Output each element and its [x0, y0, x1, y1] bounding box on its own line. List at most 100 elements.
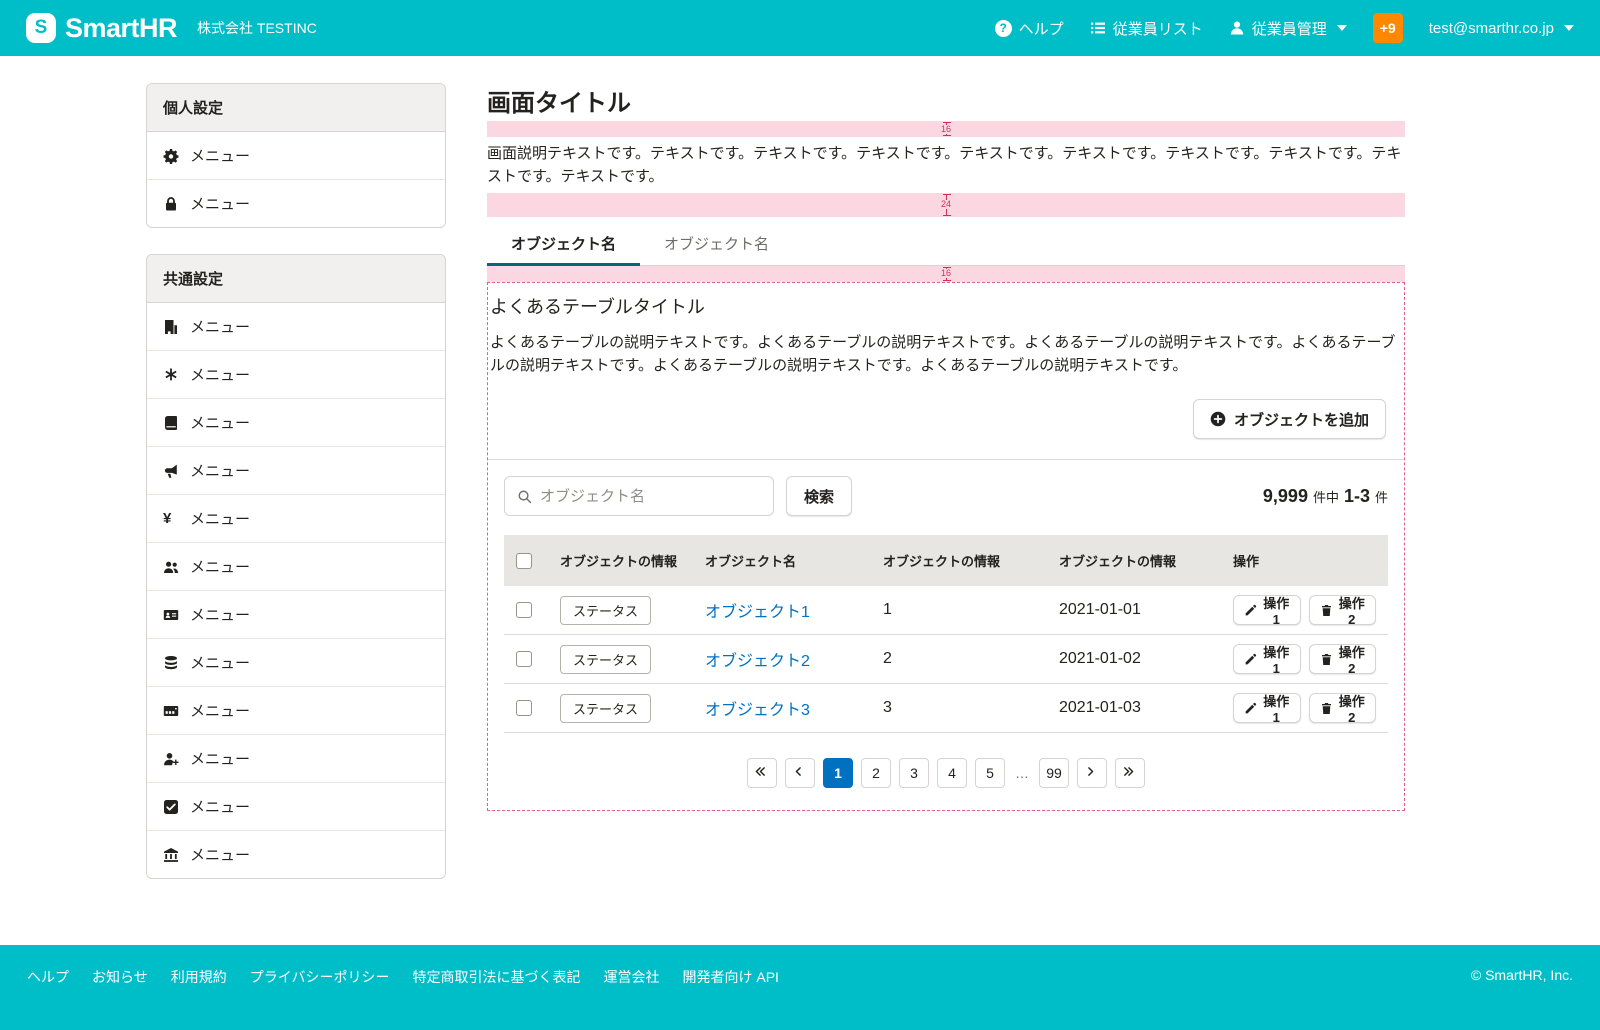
sidebar-item-label: メニュー	[190, 460, 250, 481]
table-row: ステータス オブジェクト1 1 2021-01-01	[504, 586, 1388, 635]
tab-object-1[interactable]: オブジェクト名	[487, 222, 640, 265]
delete-button[interactable]: 操作2	[1309, 644, 1377, 674]
delete-button[interactable]: 操作2	[1309, 693, 1377, 723]
footer-link-help[interactable]: ヘルプ	[27, 967, 69, 987]
sidebar-item-data[interactable]: メニュー	[147, 639, 445, 687]
delete-button[interactable]: 操作2	[1309, 595, 1377, 625]
sidebar-group-title: 共通設定	[147, 255, 445, 303]
status-badge: ステータス	[560, 694, 651, 723]
search-input[interactable]	[540, 488, 761, 505]
footer-link-news[interactable]: お知らせ	[92, 967, 148, 987]
spacing-annotation-24: 24	[487, 193, 1405, 217]
object-info-cell: 3	[871, 684, 1047, 733]
sidebar-item-company[interactable]: メニュー	[147, 303, 445, 351]
row-actions: 操作1 操作2	[1233, 693, 1376, 723]
count-range-suffix: 件	[1375, 487, 1388, 506]
sidebar-item-invite[interactable]: メニュー	[147, 735, 445, 783]
sidebar-item-institution[interactable]: メニュー	[147, 831, 445, 878]
object-search-box	[504, 476, 774, 516]
page-button-5[interactable]: 5	[975, 758, 1005, 788]
edit-button[interactable]: 操作1	[1233, 693, 1301, 723]
count-range: 1-3	[1344, 486, 1370, 507]
account-menu[interactable]: test@smarthr.co.jp	[1429, 20, 1574, 37]
notification-badge[interactable]: +9	[1373, 13, 1403, 43]
count-total: 9,999	[1263, 486, 1308, 507]
pagination: 1 2 3 4 5 … 99	[504, 733, 1388, 800]
prev-page-button[interactable]	[785, 758, 815, 788]
footer-link-terms[interactable]: 利用規約	[171, 967, 227, 987]
sidebar-item-profile[interactable]: メニュー	[147, 591, 445, 639]
object-info-cell: 1	[871, 586, 1047, 635]
next-page-button[interactable]	[1077, 758, 1107, 788]
chevron-left-icon	[792, 765, 808, 781]
help-link[interactable]: ヘルプ	[995, 18, 1064, 39]
table-section-body: 検索 9,999 件中 1-3 件 オブジェクトの情報	[488, 459, 1404, 810]
sidebar-item-rules[interactable]: メニュー	[147, 399, 445, 447]
spacing-value: 16	[939, 125, 953, 134]
row-checkbox[interactable]	[516, 602, 532, 618]
select-all-checkbox[interactable]	[516, 553, 532, 569]
column-header: オブジェクトの情報	[548, 535, 693, 586]
sidebar-item-announce[interactable]: メニュー	[147, 447, 445, 495]
help-icon	[995, 20, 1012, 37]
object-date-cell: 2021-01-01	[1047, 586, 1221, 635]
object-link[interactable]: オブジェクト1	[705, 604, 810, 621]
search-row: 検索 9,999 件中 1-3 件	[504, 476, 1388, 516]
sidebar-item-payroll[interactable]: メニュー	[147, 495, 445, 543]
footer-link-api[interactable]: 開発者向け API	[682, 967, 778, 987]
page-button-1[interactable]: 1	[823, 758, 853, 788]
edit-button[interactable]: 操作1	[1233, 595, 1301, 625]
row-checkbox[interactable]	[516, 651, 532, 667]
pencil-icon	[1244, 604, 1257, 617]
pencil-icon	[1244, 653, 1257, 666]
delete-label: 操作2	[1339, 642, 1366, 676]
smarthr-logo-icon: S	[26, 13, 56, 43]
table-section: よくあるテーブルタイトル よくあるテーブルの説明テキストです。よくあるテーブルの…	[487, 282, 1405, 812]
page-title: 画面タイトル	[487, 83, 1405, 118]
footer-link-company[interactable]: 運営会社	[603, 967, 659, 987]
object-link[interactable]: オブジェクト3	[705, 702, 810, 719]
sidebar-group-common: 共通設定 メニュー メニュー メニ	[146, 254, 446, 879]
sidebar-item-members[interactable]: メニュー	[147, 543, 445, 591]
last-page-button[interactable]	[1115, 758, 1145, 788]
spacing-value: 16	[939, 269, 953, 278]
sidebar-item-label: メニュー	[190, 364, 250, 385]
add-object-label: オブジェクトを追加	[1234, 409, 1369, 430]
page-button-3[interactable]: 3	[899, 758, 929, 788]
row-checkbox[interactable]	[516, 700, 532, 716]
spacing-annotation-16: 16	[487, 266, 1405, 282]
trash-icon	[1320, 653, 1333, 666]
main-content: 画面タイトル 16 画面説明テキストです。テキストです。テキストです。テキストで…	[487, 83, 1405, 811]
employee-list-link[interactable]: 従業員リスト	[1090, 18, 1203, 39]
employee-list-label: 従業員リスト	[1113, 18, 1203, 39]
object-link[interactable]: オブジェクト2	[705, 653, 810, 670]
check-square-icon	[163, 799, 179, 815]
page-button-2[interactable]: 2	[861, 758, 891, 788]
sidebar-item-label: メニュー	[190, 652, 250, 673]
add-object-button[interactable]: オブジェクトを追加	[1193, 399, 1386, 439]
footer-link-privacy[interactable]: プライバシーポリシー	[250, 967, 390, 987]
footer-link-commerce[interactable]: 特定商取引法に基づく表記	[412, 967, 580, 987]
sidebar-item-settings[interactable]: メニュー	[147, 132, 445, 180]
column-header: オブジェクトの情報	[871, 535, 1047, 586]
sidebar-item-approval[interactable]: メニュー	[147, 783, 445, 831]
tab-object-2[interactable]: オブジェクト名	[640, 222, 793, 265]
status-badge: ステータス	[560, 645, 651, 674]
edit-button[interactable]: 操作1	[1233, 644, 1301, 674]
list-icon	[1090, 20, 1106, 36]
app-root: S SmartHR 株式会社 TESTINC ヘルプ 従業員リスト 従業員管理	[0, 0, 1600, 1030]
search-button[interactable]: 検索	[786, 476, 852, 516]
spacing-annotation-16: 16	[487, 121, 1405, 137]
page-button-99[interactable]: 99	[1039, 758, 1069, 788]
smarthr-logo[interactable]: S SmartHR	[26, 13, 177, 44]
sidebar-item-label: メニュー	[190, 700, 250, 721]
employee-admin-menu[interactable]: 従業員管理	[1229, 18, 1347, 39]
sidebar-item-number[interactable]: メニュー	[147, 687, 445, 735]
building-icon	[163, 319, 179, 335]
page-button-4[interactable]: 4	[937, 758, 967, 788]
sidebar-item-security[interactable]: メニュー	[147, 180, 445, 227]
first-page-button[interactable]	[747, 758, 777, 788]
table-row: ステータス オブジェクト2 2 2021-01-02	[504, 635, 1388, 684]
help-label: ヘルプ	[1019, 18, 1064, 39]
sidebar-item-options[interactable]: メニュー	[147, 351, 445, 399]
